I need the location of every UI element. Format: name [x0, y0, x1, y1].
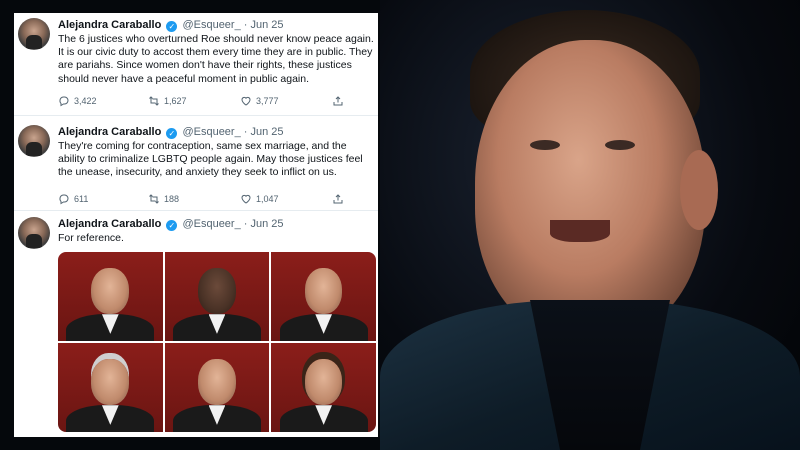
photo-face: [475, 40, 705, 340]
author-name[interactable]: Alejandra Caraballo: [58, 126, 161, 138]
avatar[interactable]: [18, 18, 50, 50]
reply-count: 611: [74, 194, 89, 204]
author-handle[interactable]: @Esqueer_: [182, 218, 240, 230]
tweet-header: Alejandra Caraballo ✓ @Esqueer_ · Jun 25: [58, 217, 284, 231]
tweet-actions: 3,422 1,627 3,777: [58, 95, 374, 109]
retweet-button[interactable]: 1,627: [148, 95, 187, 107]
tweet-header: Alejandra Caraballo ✓ @Esqueer_ · Jun 25: [58, 125, 284, 139]
photo-mouth: [550, 220, 610, 242]
like-count: 1,047: [256, 194, 279, 204]
retweet-count: 188: [164, 194, 180, 204]
reply-button[interactable]: 611: [58, 193, 88, 205]
justice-portrait[interactable]: [271, 343, 376, 432]
reply-button[interactable]: 3,422: [58, 95, 97, 107]
tweet-actions: 611 188 1,047: [58, 193, 374, 207]
justice-portrait[interactable]: [58, 252, 163, 341]
share-icon: [333, 96, 343, 106]
avatar[interactable]: [18, 125, 50, 157]
share-icon: [333, 194, 343, 204]
reply-count: 3,422: [74, 96, 97, 106]
verified-badge-icon: ✓: [166, 21, 178, 32]
tweet-1[interactable]: Alejandra Caraballo ✓ @Esqueer_ · Jun 25…: [14, 13, 378, 113]
like-count: 3,777: [256, 96, 279, 106]
tweet-image-grid[interactable]: [58, 252, 376, 432]
author-name[interactable]: Alejandra Caraballo: [58, 19, 161, 31]
background-photo: [380, 0, 800, 450]
like-button[interactable]: 3,777: [240, 95, 279, 107]
tweet-2[interactable]: Alejandra Caraballo ✓ @Esqueer_ · Jun 25…: [14, 120, 378, 208]
heart-icon: [241, 194, 251, 204]
like-button[interactable]: 1,047: [240, 193, 279, 205]
author-name[interactable]: Alejandra Caraballo: [58, 218, 161, 230]
verified-badge-icon: ✓: [166, 220, 178, 231]
retweet-button[interactable]: 188: [148, 193, 179, 205]
justice-portrait[interactable]: [164, 252, 270, 341]
tweet-divider: [14, 210, 378, 211]
heart-icon: [241, 96, 251, 106]
reply-icon: [59, 96, 69, 107]
tweet-divider: [14, 115, 378, 116]
retweet-icon: [149, 194, 159, 204]
tweet-text: For reference.: [58, 232, 124, 244]
share-button[interactable]: [332, 95, 344, 107]
photo-eye-left: [530, 140, 560, 150]
tweet-date[interactable]: · Jun 25: [244, 218, 284, 230]
tweet-text: They're coming for contraception, same s…: [58, 140, 363, 179]
author-handle[interactable]: @Esqueer_: [182, 126, 240, 138]
avatar[interactable]: [18, 217, 50, 249]
retweet-count: 1,627: [164, 96, 187, 106]
photo-eye-right: [605, 140, 635, 150]
justice-portrait[interactable]: [164, 343, 270, 432]
tweet-thread-card: Alejandra Caraballo ✓ @Esqueer_ · Jun 25…: [14, 13, 378, 437]
share-button[interactable]: [332, 193, 344, 205]
tweet-text: The 6 justices who overturned Roe should…: [58, 33, 374, 85]
retweet-icon: [149, 96, 159, 106]
tweet-date[interactable]: · Jun 25: [244, 19, 284, 31]
reply-icon: [59, 194, 69, 205]
photo-ear: [680, 150, 718, 230]
justice-portrait[interactable]: [58, 343, 163, 432]
verified-badge-icon: ✓: [166, 128, 178, 139]
author-handle[interactable]: @Esqueer_: [182, 19, 240, 31]
tweet-header: Alejandra Caraballo ✓ @Esqueer_ · Jun 25: [58, 18, 284, 32]
justice-portrait[interactable]: [271, 252, 376, 341]
tweet-date[interactable]: · Jun 25: [244, 126, 284, 138]
